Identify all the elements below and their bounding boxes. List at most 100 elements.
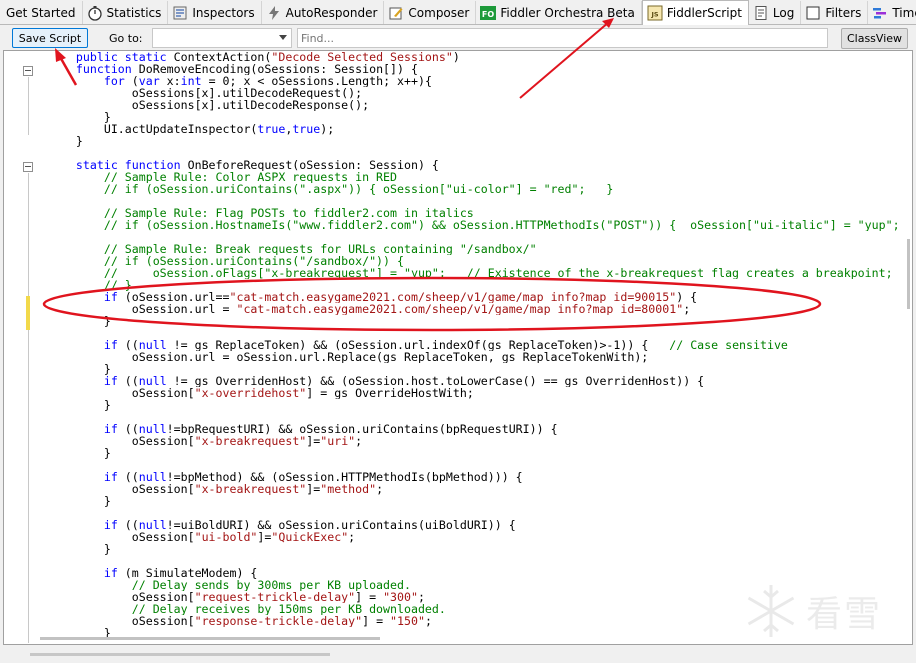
code-token: (( — [124, 471, 139, 483]
code-token: int — [180, 75, 209, 87]
code-line: if ((null!=bpRequestURI) && oSession.uri… — [48, 423, 898, 435]
code-token: !=uiBoldURI) && oSession.uriContains(uiB… — [166, 519, 516, 531]
tab-timeline[interactable]: Timeline — [868, 1, 916, 24]
tab-label: Filters — [825, 5, 862, 20]
code-token: ; — [417, 591, 425, 603]
timeline-icon — [872, 5, 888, 21]
code-token: !=bpRequestURI) && oSession.uriContains(… — [166, 423, 558, 435]
code-line: // Sample Rule: Color ASPX requests in R… — [48, 171, 898, 183]
code-token: true — [257, 123, 286, 135]
bottom-scroll-thumb[interactable] — [30, 653, 330, 656]
tab-filters[interactable]: Filters — [801, 1, 869, 24]
code-token: (( — [124, 339, 139, 351]
goto-select[interactable] — [152, 28, 292, 48]
code-line: } — [48, 399, 898, 411]
code-line: } — [48, 447, 898, 459]
tab-label: Log — [772, 5, 795, 20]
code-line: if (m_SimulateModem) { — [48, 567, 898, 579]
code-line: oSession.url = "cat-match.easygame2021.c… — [48, 303, 898, 315]
editor-gutter — [4, 51, 52, 644]
code-token: // Sample Rule: Break requests for URLs … — [48, 243, 537, 255]
code-token: ]= — [257, 531, 272, 543]
code-line: } — [48, 111, 898, 123]
code-token: ); — [320, 123, 335, 135]
vertical-scroll-thumb[interactable] — [907, 239, 910, 309]
svg-text:FO: FO — [482, 10, 494, 19]
code-token: if — [48, 471, 125, 483]
fold-toggle-icon[interactable] — [23, 66, 33, 76]
code-line: oSession["x-overridehost"] = gs_Override… — [48, 387, 898, 399]
code-token: ; — [348, 531, 356, 543]
code-token: function — [48, 63, 139, 75]
tab-label: Composer — [408, 5, 470, 20]
code-token: } — [48, 363, 111, 375]
composer-icon — [388, 5, 404, 21]
lightning-icon — [266, 5, 282, 21]
js-icon: JS — [647, 5, 663, 21]
code-token: oSession.url = oSession.url.Replace(gs_R… — [48, 351, 649, 363]
tab-statistics[interactable]: Statistics — [83, 1, 169, 24]
code-token: } — [48, 447, 111, 459]
tab-label: Timeline — [892, 5, 916, 20]
tab-log[interactable]: Log — [749, 1, 802, 24]
code-token: ContextAction( — [173, 51, 272, 63]
code-token: oSession[ — [48, 615, 195, 627]
vertical-scrollbar[interactable] — [898, 51, 912, 644]
code-token: (( — [124, 423, 139, 435]
code-token: "response-trickle-delay" — [194, 615, 363, 627]
code-token: ; — [683, 303, 691, 315]
tab-fiddler-orchestra-beta[interactable]: FO Fiddler Orchestra Beta — [476, 1, 642, 24]
code-token: null — [138, 519, 167, 531]
code-token: oSession.url = — [48, 303, 237, 315]
code-line: // Sample Rule: Flag POSTs to fiddler2.c… — [48, 207, 898, 219]
tab-autoresponder[interactable]: AutoResponder — [262, 1, 385, 24]
code-line: // if (oSession.uriContains(".aspx")) { … — [48, 183, 898, 195]
code-token: if — [48, 291, 125, 303]
tab-composer[interactable]: Composer — [384, 1, 477, 24]
save-script-button[interactable]: Save Script — [12, 28, 88, 48]
code-token: // Delay sends by 300ms per KB uploaded. — [48, 579, 411, 591]
code-token: oSession[ — [48, 387, 195, 399]
classview-button[interactable]: ClassView — [841, 28, 908, 49]
fold-toggle-icon[interactable] — [23, 162, 33, 172]
code-token: if — [48, 375, 125, 387]
find-input[interactable] — [297, 28, 828, 48]
code-line: function DoRemoveEncoding(oSessions: Ses… — [48, 63, 898, 75]
goto-label: Go to: — [109, 32, 143, 45]
inspector-icon — [172, 5, 188, 21]
code-token: "150" — [390, 615, 425, 627]
bottom-scrollbar[interactable] — [0, 647, 916, 663]
code-token: if — [48, 519, 125, 531]
code-token: "x-breakrequest" — [194, 435, 307, 447]
tab-label: AutoResponder — [285, 5, 378, 20]
tab-label: Inspectors — [192, 5, 255, 20]
code-token: (( — [124, 375, 139, 387]
tab-get-started[interactable]: Get Started — [2, 1, 83, 24]
code-line: } — [48, 543, 898, 555]
tab-strip: Get Started Statistics Inspectors AutoRespo… — [0, 0, 916, 25]
horizontal-scroll-thumb[interactable] — [40, 637, 380, 640]
code-token: } — [48, 111, 111, 123]
code-token: "uri" — [320, 435, 356, 447]
code-token: ]= — [306, 435, 321, 447]
tab-label: Statistics — [106, 5, 162, 20]
script-editor[interactable]: public static ContextAction("Decode Sele… — [3, 50, 913, 645]
tab-inspectors[interactable]: Inspectors — [168, 1, 262, 24]
code-token: "QuickExec" — [271, 531, 349, 543]
code-token: OnBeforeRequest(oSession: Session) { — [187, 159, 439, 171]
code-token: UI.actUpdateInspector( — [48, 123, 258, 135]
code-token: // Sample Rule: Color ASPX requests in R… — [48, 171, 398, 183]
code-token: } — [48, 315, 111, 327]
code-token: ] = — [362, 615, 391, 627]
code-area[interactable]: public static ContextAction("Decode Sele… — [48, 51, 898, 639]
code-token: ) { — [676, 291, 698, 303]
code-token: "cat-match.easygame2021.com/sheep/v1/gam… — [236, 303, 684, 315]
fold-guide — [28, 173, 29, 643]
tab-fiddlerscript[interactable]: JS FiddlerScript — [641, 0, 749, 25]
code-token: if — [48, 567, 125, 579]
